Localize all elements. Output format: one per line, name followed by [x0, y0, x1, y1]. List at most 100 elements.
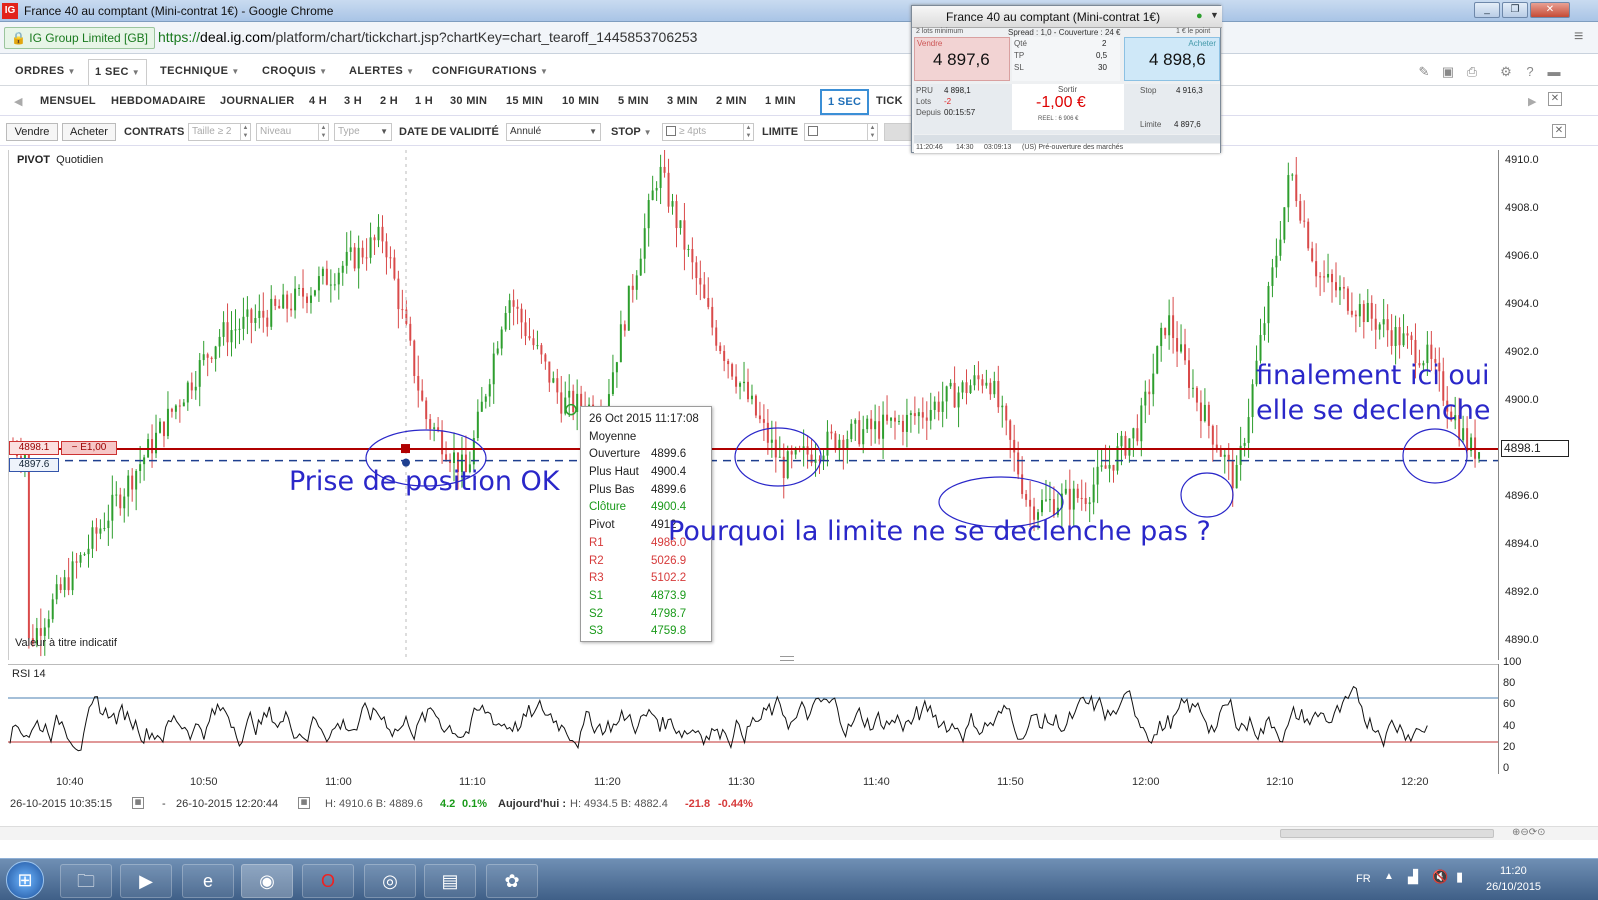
limit-checkbox[interactable] [808, 126, 818, 137]
menu-technique-label: TECHNIQUE [160, 65, 229, 77]
tf-2h[interactable]: 2 H [380, 95, 398, 107]
tf-1sec[interactable]: 1 SEC [820, 89, 870, 115]
close-order-bar-icon[interactable]: ✕ [1552, 124, 1566, 138]
clock-date[interactable]: 26/10/2015 [1486, 881, 1541, 893]
stop-level-label[interactable]: 4897.6 [9, 458, 59, 472]
tf-15min[interactable]: 15 MIN [506, 95, 543, 107]
menu-croquis-label: CROQUIS [262, 65, 317, 77]
tp-value[interactable]: 0,5 [1096, 51, 1107, 60]
help-icon[interactable]: ? [1522, 65, 1538, 79]
chart-scrollbar[interactable]: ⊕⊖⟳⊙ [0, 826, 1598, 840]
stop-checkbox[interactable] [666, 126, 676, 137]
sell-button[interactable]: Vendre [6, 123, 58, 141]
battery-icon[interactable]: ▮ [1456, 869, 1463, 885]
rsi-chart[interactable]: RSI 14 [8, 664, 1498, 774]
place-order-button[interactable] [884, 123, 914, 141]
chrome-menu-icon[interactable]: ≡ [1574, 28, 1583, 46]
candle-body [750, 395, 753, 400]
candle-body [1299, 201, 1302, 221]
close-button[interactable]: ✕ [1530, 2, 1570, 18]
tf-1min[interactable]: 1 MIN [765, 95, 796, 107]
zoom-icons[interactable]: ⊕⊖⟳⊙ [1512, 827, 1546, 838]
candle-body [949, 382, 952, 387]
security-badge[interactable]: 🔒 IG Group Limited [GB] [4, 27, 156, 49]
pane-resize-handle[interactable] [780, 656, 794, 661]
tf-5min[interactable]: 5 MIN [618, 95, 649, 107]
tf-mensuel[interactable]: MENSUEL [40, 95, 96, 107]
url-field[interactable]: https://deal.ig.com/platform/chart/tickc… [158, 29, 697, 45]
calendar-icon[interactable]: ▦ [298, 797, 310, 809]
menu-alertes[interactable]: ALERTES ▼ [349, 65, 414, 77]
level-field[interactable]: Niveau ▲ ▼ [256, 123, 329, 141]
rsi-tick: 40 [1503, 720, 1516, 732]
type-select[interactable]: Type ▼ [334, 123, 392, 141]
calendar-icon[interactable]: ▦ [132, 797, 144, 809]
tf-1h[interactable]: 1 H [415, 95, 433, 107]
start-button[interactable]: ⊞ [6, 861, 44, 899]
stop-field[interactable]: ≥ 4pts ▲ ▼ [662, 123, 754, 141]
chrome-icon[interactable]: ◉ [241, 864, 293, 898]
print-icon[interactable]: ⎙ [1464, 65, 1480, 79]
candle-body [874, 421, 877, 430]
chat-icon[interactable]: ▬ [1546, 65, 1562, 79]
tf-3h[interactable]: 3 H [344, 95, 362, 107]
candle-body [254, 318, 257, 323]
menu-configurations[interactable]: CONFIGURATIONS ▼ [432, 65, 548, 77]
size-field[interactable]: Taille ≥ 2 ▲ ▼ [188, 123, 251, 141]
tf-hebdomadaire[interactable]: HEBDOMADAIRE [111, 95, 206, 107]
sell-price-box[interactable]: Vendre 4 897,6 [914, 37, 1010, 81]
deal-ticket-header[interactable]: France 40 au comptant (Mini-contrat 1€) … [912, 6, 1222, 28]
tf-10min[interactable]: 10 MIN [562, 95, 599, 107]
media-player-icon[interactable]: ▶ [120, 864, 172, 898]
sl-value[interactable]: 30 [1098, 63, 1107, 72]
chrome-app-icon[interactable]: ◎ [364, 864, 416, 898]
image-icon[interactable]: ▣ [1440, 65, 1456, 79]
clock-time[interactable]: 11:20 [1500, 865, 1527, 877]
limit-field[interactable]: ▲ ▼ [804, 123, 878, 141]
candle-body [1041, 500, 1043, 513]
chevron-down-icon[interactable]: ▼ [1210, 10, 1219, 20]
scroll-left-icon[interactable]: ◀ [14, 95, 22, 108]
tray-expand-icon[interactable]: ▲ [1384, 871, 1394, 882]
tf-journalier[interactable]: JOURNALIER [220, 95, 295, 107]
minimize-button[interactable]: _ [1474, 2, 1500, 18]
buy-price-box[interactable]: Acheter 4 898,6 [1124, 37, 1220, 81]
validity-select[interactable]: Annulé ▼ [506, 123, 601, 141]
tf-tick[interactable]: TICK [876, 95, 903, 107]
scroll-right-icon[interactable]: ▶ [1528, 95, 1536, 108]
deal-ticket[interactable]: France 40 au comptant (Mini-contrat 1€) … [911, 5, 1222, 153]
buy-button[interactable]: Acheter [62, 123, 116, 141]
menu-1sec-label: 1 SEC [95, 66, 129, 78]
qty-value[interactable]: 2 [1102, 39, 1106, 48]
position-pl-badge[interactable]: − E1,00 [61, 441, 117, 455]
candle-body [1076, 488, 1079, 498]
candle-body [651, 190, 654, 201]
internet-explorer-icon[interactable]: e [182, 864, 234, 898]
tf-4h[interactable]: 4 H [309, 95, 327, 107]
volume-icon[interactable]: 🔇 [1432, 869, 1448, 885]
pencil-icon[interactable]: ✎ [1416, 65, 1432, 79]
stop-label[interactable]: STOP ▼ [611, 126, 652, 138]
exit-position-button[interactable]: Sortir -1,00 € REEL : 6 906 € [1012, 84, 1124, 130]
gear-icon[interactable]: ⚙ [1498, 65, 1514, 79]
tf-2min[interactable]: 2 MIN [716, 95, 747, 107]
opera-icon[interactable]: O [302, 864, 354, 898]
network-icon[interactable]: ▟ [1408, 869, 1418, 885]
position-level-label[interactable]: 4898.1 [9, 441, 59, 455]
notes-icon[interactable]: ▤ [424, 864, 476, 898]
tf-30min[interactable]: 30 MIN [450, 95, 487, 107]
stop-label-text: STOP [611, 126, 641, 138]
pin-icon[interactable]: ● [1196, 10, 1203, 22]
tf-3min[interactable]: 3 MIN [667, 95, 698, 107]
ticket-quick-options[interactable] [914, 135, 1220, 143]
maximize-button[interactable]: ❐ [1502, 2, 1528, 18]
menu-1sec[interactable]: 1 SEC ▼ [88, 59, 148, 85]
language-indicator[interactable]: FR [1356, 873, 1371, 885]
menu-ordres[interactable]: ORDRES ▼ [15, 65, 76, 77]
scrollbar-thumb[interactable] [1280, 829, 1494, 838]
close-toolbar-icon[interactable]: ✕ [1548, 92, 1562, 106]
paint-icon[interactable]: ✿ [486, 864, 538, 898]
menu-technique[interactable]: TECHNIQUE ▼ [160, 65, 240, 77]
explorer-icon[interactable]: 🗀 [60, 864, 112, 898]
menu-croquis[interactable]: CROQUIS ▼ [262, 65, 327, 77]
